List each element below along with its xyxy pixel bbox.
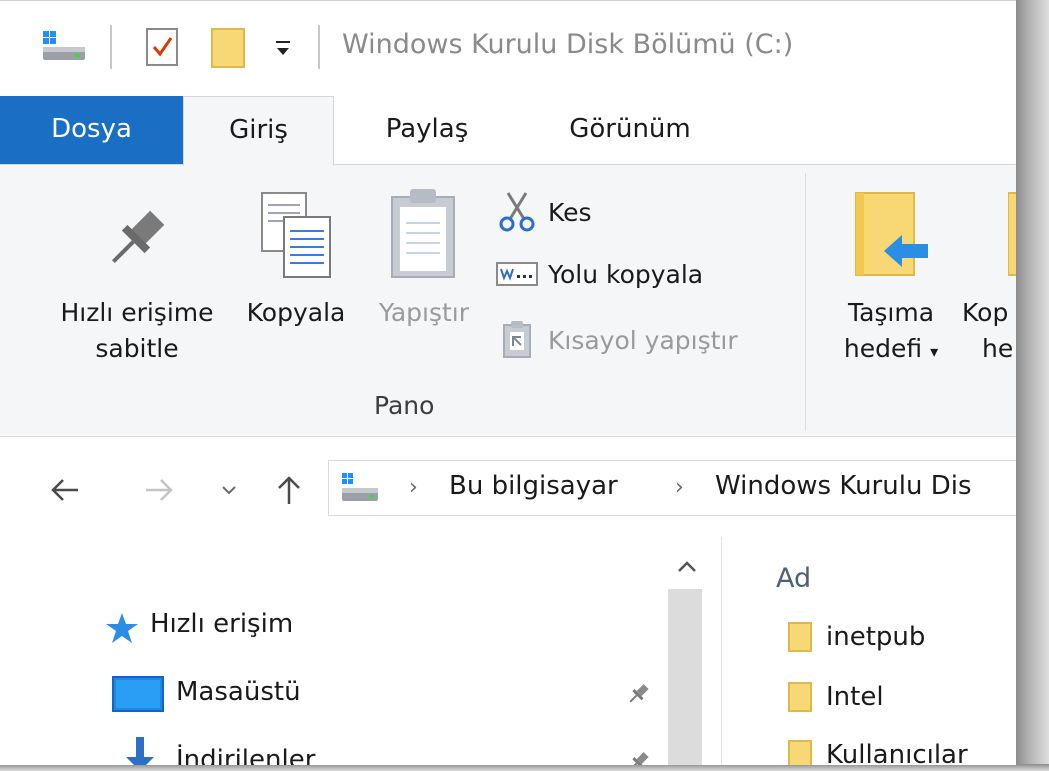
copy-button[interactable]: Kopyala: [234, 295, 358, 331]
drive-icon[interactable]: [42, 31, 86, 61]
title-bar: Windows Kurulu Disk Bölümü (C:): [0, 1, 1016, 96]
pin-to-quick-access-label[interactable]: Hızlı erişime: [40, 295, 234, 331]
copy-to-label[interactable]: Kop: [962, 295, 1016, 331]
scissors-icon: [499, 192, 535, 232]
breadcrumb-this-pc[interactable]: Bu bilgisayar: [449, 471, 618, 501]
tab-view[interactable]: Görünüm: [530, 96, 730, 164]
forward-arrow-icon[interactable]: [142, 473, 176, 507]
tab-home[interactable]: Giriş: [183, 96, 334, 166]
pin-icon[interactable]: [100, 203, 172, 275]
move-to-label[interactable]: Taşıma: [826, 295, 956, 331]
copy-to-label-2[interactable]: he: [982, 331, 1016, 367]
explorer-window: Windows Kurulu Disk Bölümü (C:) Dosya Gi…: [0, 0, 1016, 765]
copy-path-label: Yolu kopyala: [548, 259, 704, 289]
breadcrumb-drive-c[interactable]: Windows Kurulu Dis: [715, 471, 971, 501]
move-to-label-2[interactable]: hedefi ▾: [826, 331, 956, 370]
list-item[interactable]: Intel: [788, 675, 884, 719]
properties-icon[interactable]: [145, 27, 179, 67]
toolbar-separator: [110, 25, 112, 69]
tab-share[interactable]: Paylaş: [352, 96, 502, 164]
scrollbar-thumb[interactable]: [668, 589, 702, 765]
back-arrow-icon[interactable]: [48, 473, 82, 507]
window-title: Windows Kurulu Disk Bölümü (C:): [342, 29, 794, 60]
pin-to-quick-access-label-2[interactable]: sabitle: [40, 331, 234, 367]
ribbon-tabs: Dosya Giriş Paylaş Görünüm: [0, 96, 1016, 166]
address-bar[interactable]: › Bu bilgisayar › Windows Kurulu Dis: [328, 460, 1016, 516]
file-name: inetpub: [826, 622, 926, 652]
paste-shortcut-button[interactable]: Kısayol yapıştır: [496, 317, 738, 363]
scroll-up-arrow-icon[interactable]: [672, 555, 702, 579]
customize-dropdown-icon[interactable]: [274, 37, 292, 59]
recent-locations-chevron-icon[interactable]: [218, 473, 240, 507]
nav-downloads[interactable]: İndirilenler: [176, 745, 315, 765]
list-item[interactable]: Kullanıcılar: [788, 733, 968, 765]
paste-shortcut-label: Kısayol yapıştır: [548, 325, 738, 355]
column-header-name[interactable]: Ad: [776, 563, 811, 594]
desktop-icon: [112, 676, 164, 712]
move-to-dropdown-icon: ▾: [930, 342, 939, 361]
downloads-arrow-icon: [126, 737, 154, 765]
group-separator: [805, 173, 806, 431]
copy-path-button[interactable]: Yolu kopyala: [496, 251, 703, 297]
tab-file[interactable]: Dosya: [0, 96, 183, 164]
navigation-bar: › Bu bilgisayar › Windows Kurulu Dis: [0, 437, 1016, 537]
folder-icon: [788, 740, 812, 765]
paste-button[interactable]: Yapıştır: [364, 295, 484, 331]
file-list: Ad inetpub Intel Kullanıcılar: [722, 537, 1016, 765]
nav-quick-access[interactable]: Hızlı erişim: [150, 609, 293, 639]
folder-icon: [788, 682, 812, 712]
copy-to-icon[interactable]: [1008, 189, 1016, 281]
navigation-pane: Hızlı erişim Masaüstü İndirilenler: [0, 537, 722, 765]
cut-button[interactable]: Kes: [496, 189, 592, 235]
up-arrow-icon[interactable]: [272, 473, 306, 507]
window-shadow-right: [1016, 0, 1049, 771]
move-to-icon[interactable]: [852, 189, 932, 281]
group-label-clipboard: Pano: [374, 391, 435, 420]
breadcrumb-chevron-icon[interactable]: ›: [675, 475, 684, 500]
star-icon: [106, 613, 138, 643]
pinned-icon: [629, 684, 649, 703]
ribbon-home: Hızlı erişime sabitle Kopyala Yapıştır K…: [0, 164, 1016, 437]
copy-icon[interactable]: [258, 189, 334, 281]
paste-icon[interactable]: [388, 187, 458, 281]
list-item[interactable]: inetpub: [788, 615, 925, 659]
window-shadow-bottom: [0, 764, 1049, 771]
copy-path-icon: [496, 262, 538, 286]
file-name: Kullanıcılar: [826, 740, 968, 765]
pinned-icon: [629, 752, 649, 765]
cut-label: Kes: [548, 197, 592, 227]
file-name: Intel: [826, 682, 884, 712]
toolbar-separator: [318, 25, 320, 69]
breadcrumb-chevron-icon[interactable]: ›: [409, 475, 418, 500]
folder-icon: [788, 622, 812, 652]
drive-icon: [342, 473, 378, 501]
new-folder-icon[interactable]: [210, 27, 246, 69]
nav-desktop[interactable]: Masaüstü: [176, 677, 301, 707]
paste-shortcut-icon: [503, 321, 531, 358]
